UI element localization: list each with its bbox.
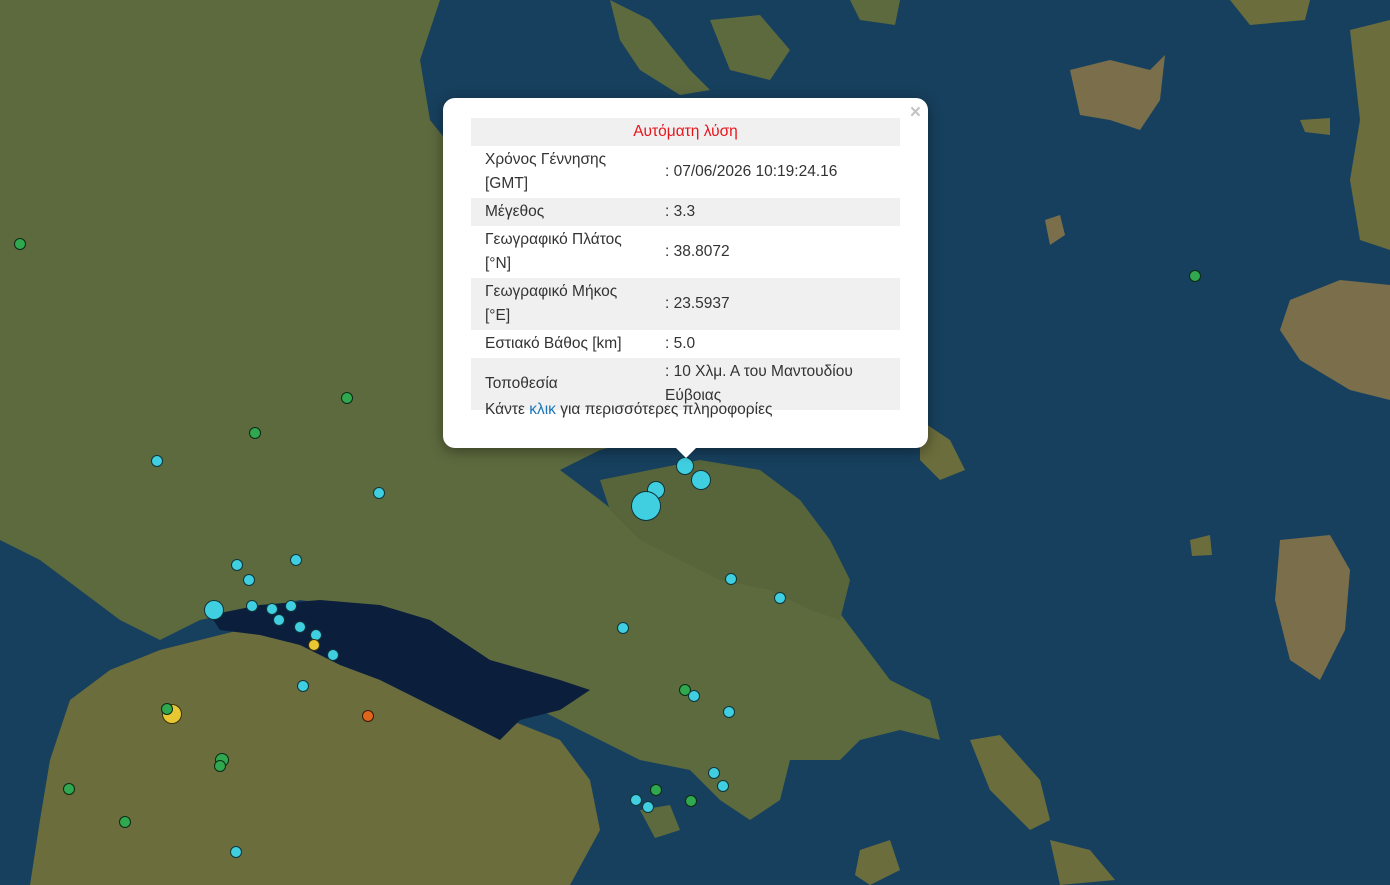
earthquake-marker[interactable] <box>642 801 654 813</box>
earthquake-marker[interactable] <box>725 573 737 585</box>
footer-prefix: Κάντε <box>485 401 525 418</box>
earthquake-marker[interactable] <box>617 622 629 634</box>
earthquake-marker[interactable] <box>285 600 297 612</box>
table-row: Εστιακό Βάθος [km] : 5.0 <box>471 330 900 358</box>
table-row: Μέγεθος : 3.3 <box>471 198 900 226</box>
earthquake-marker[interactable] <box>691 470 711 490</box>
earthquake-marker[interactable] <box>63 783 75 795</box>
more-info-link[interactable]: κλικ <box>529 401 556 418</box>
earthquake-marker[interactable] <box>294 621 306 633</box>
longitude-label: Γεωγραφικό Μήκος [°E] <box>471 278 651 330</box>
earthquake-marker[interactable] <box>723 706 735 718</box>
earthquake-marker[interactable] <box>266 603 278 615</box>
magnitude-value: : 3.3 <box>651 198 900 226</box>
earthquake-marker[interactable] <box>119 816 131 828</box>
earthquake-marker[interactable] <box>1189 270 1201 282</box>
earthquake-marker[interactable] <box>290 554 302 566</box>
table-row: Αυτόματη λύση <box>471 118 900 146</box>
earthquake-marker[interactable] <box>204 600 224 620</box>
earthquake-marker[interactable] <box>297 680 309 692</box>
close-icon[interactable]: × <box>910 103 921 123</box>
earthquake-details-table: Αυτόματη λύση Χρόνος Γέννησης [GMT] : 07… <box>471 118 900 410</box>
earthquake-marker-selected[interactable] <box>676 457 694 475</box>
popup-tip <box>674 446 698 458</box>
earthquake-marker[interactable] <box>362 710 374 722</box>
magnitude-label: Μέγεθος <box>471 198 651 226</box>
earthquake-marker[interactable] <box>243 574 255 586</box>
earthquake-marker[interactable] <box>14 238 26 250</box>
latitude-value: : 38.8072 <box>665 243 730 260</box>
earthquake-marker[interactable] <box>214 760 226 772</box>
popup-footer: Κάντε κλικ για περισσότερες πληροφορίες <box>485 401 772 419</box>
table-row: Χρόνος Γέννησης [GMT] : 07/06/2026 10:19… <box>471 146 900 198</box>
earthquake-marker[interactable] <box>774 592 786 604</box>
depth-value: : 5.0 <box>665 335 696 352</box>
table-row: Γεωγραφικό Μήκος [°E] : 23.5937 <box>471 278 900 330</box>
earthquake-marker[interactable] <box>630 794 642 806</box>
earthquake-marker[interactable] <box>161 703 173 715</box>
earthquake-marker[interactable] <box>717 780 729 792</box>
popup-title: Αυτόματη λύση <box>471 118 900 146</box>
earthquake-marker[interactable] <box>231 559 243 571</box>
origin-time-value: : 07/06/2026 10:19:24.16 <box>665 163 838 180</box>
earthquake-marker[interactable] <box>688 690 700 702</box>
earthquake-marker[interactable] <box>246 600 258 612</box>
footer-suffix: για περισσότερες πληροφορίες <box>560 401 773 418</box>
earthquake-marker[interactable] <box>650 784 662 796</box>
earthquake-marker[interactable] <box>308 639 320 651</box>
earthquake-marker[interactable] <box>249 427 261 439</box>
longitude-value: : 23.5937 <box>651 278 900 330</box>
earthquake-marker[interactable] <box>685 795 697 807</box>
earthquake-popup: × Αυτόματη λύση Χρόνος Γέννησης [GMT] : … <box>443 98 928 448</box>
earthquake-marker[interactable] <box>327 649 339 661</box>
depth-label: Εστιακό Βάθος [km] <box>485 335 622 352</box>
earthquake-marker[interactable] <box>230 846 242 858</box>
earthquake-marker[interactable] <box>631 491 661 521</box>
earthquake-marker[interactable] <box>151 455 163 467</box>
earthquake-marker[interactable] <box>341 392 353 404</box>
latitude-label: Γεωγραφικό Πλάτος [°N] <box>485 231 622 272</box>
earthquake-marker[interactable] <box>708 767 720 779</box>
table-row: Γεωγραφικό Πλάτος [°N] : 38.8072 <box>471 226 900 278</box>
earthquake-marker[interactable] <box>273 614 285 626</box>
earthquake-marker[interactable] <box>373 487 385 499</box>
origin-time-label: Χρόνος Γέννησης [GMT] <box>485 151 607 192</box>
